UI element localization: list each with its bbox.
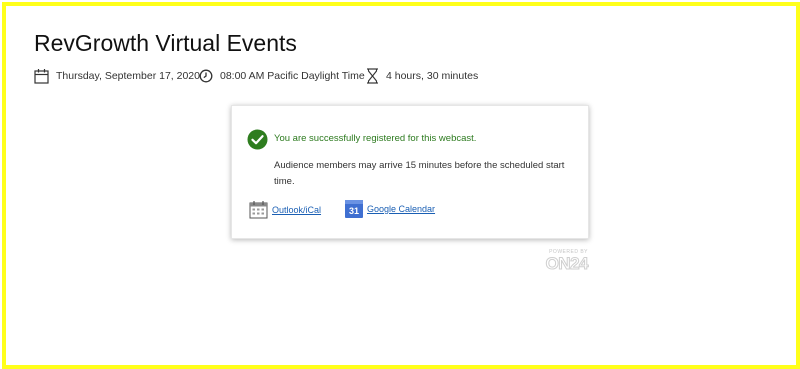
hourglass-icon xyxy=(367,68,378,84)
google-calendar-icon-day: 31 xyxy=(348,206,359,216)
google-calendar-link-group[interactable]: 31 Google Calendar xyxy=(345,200,435,218)
event-date-text: Thursday, September 17, 2020 xyxy=(56,70,200,82)
page-frame: RevGrowth Virtual Events Thursday, Septe… xyxy=(2,2,800,369)
google-calendar-icon: 31 xyxy=(345,200,363,218)
google-calendar-link[interactable]: Google Calendar xyxy=(367,204,435,214)
event-date: Thursday, September 17, 2020 xyxy=(34,66,200,86)
outlook-ical-link-group[interactable]: Outlook/iCal xyxy=(249,200,321,219)
outlook-calendar-icon xyxy=(249,201,268,219)
arrival-note: Audience members may arrive 15 minutes b… xyxy=(274,160,565,187)
registration-card: You are successfully registered for this… xyxy=(231,105,589,239)
event-duration-text: 4 hours, 30 minutes xyxy=(386,70,479,82)
event-duration: 4 hours, 30 minutes xyxy=(366,66,478,86)
event-time: 08:00 AM Pacific Daylight Time xyxy=(199,66,365,86)
calendar-icon xyxy=(34,69,49,84)
success-message: You are successfully registered for this… xyxy=(274,133,477,144)
event-time-text: 08:00 AM Pacific Daylight Time xyxy=(220,70,365,82)
powered-by-on24: POWERED BY ON24 xyxy=(536,249,589,273)
clock-icon xyxy=(199,69,213,83)
outlook-ical-link[interactable]: Outlook/iCal xyxy=(272,205,321,215)
on24-logo: ON24 xyxy=(545,254,589,273)
success-check-icon xyxy=(247,129,268,150)
page-title: RevGrowth Virtual Events xyxy=(34,30,297,56)
